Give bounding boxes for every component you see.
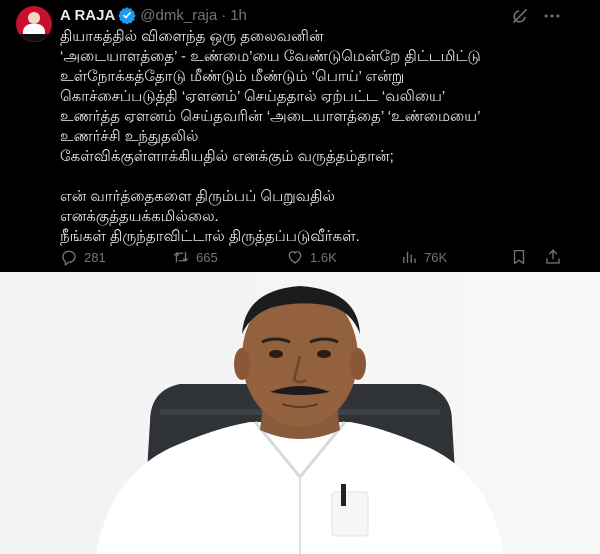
author-name[interactable]: A RAJA bbox=[60, 7, 115, 24]
repost-count: 665 bbox=[196, 249, 218, 265]
attached-photo[interactable] bbox=[0, 272, 600, 554]
like-button[interactable]: 1.6K bbox=[286, 248, 337, 266]
views-chart-icon bbox=[400, 248, 418, 266]
post-text-line: ‘அடையாளத்தை’ - உண்மை’யை வேண்டுமென்றே திட… bbox=[60, 48, 481, 65]
post-text-line: நீங்கள் திருந்தாவிட்டால் திருத்தப்படுவீர… bbox=[60, 228, 360, 245]
pen bbox=[341, 484, 346, 506]
post-text-line: தியாகத்தில் விளைந்த ஒரு தலைவனின் bbox=[60, 28, 324, 45]
action-bar: 281 665 1.6K 76K bbox=[60, 248, 590, 268]
post-text-line: என் வார்த்தைகளை திரும்பப் பெறுவதில் bbox=[60, 188, 335, 205]
post-text-line: உணர்ச்சி உந்துதலில் bbox=[60, 128, 199, 145]
reply-icon bbox=[60, 248, 78, 266]
share-button[interactable] bbox=[544, 248, 562, 266]
right-ear bbox=[350, 348, 366, 380]
views-count: 76K bbox=[424, 249, 448, 265]
verified-badge-icon bbox=[118, 6, 136, 24]
left-ear bbox=[234, 348, 250, 380]
post-header: A RAJA @dmk_raja · 1h bbox=[60, 5, 247, 25]
reply-count: 281 bbox=[84, 249, 106, 265]
post-text-line: எனக்குத்தயக்கமில்லை. bbox=[60, 208, 219, 225]
bookmark-icon bbox=[510, 248, 528, 266]
post-text-line: கேள்விக்குள்ளாக்கியதில் எனக்கும் வருத்தம… bbox=[60, 148, 394, 165]
post-text-line: உள்நோக்கத்தோடு மீண்டும் மீண்டும் ‘பொய்’ … bbox=[60, 68, 405, 85]
post-text: தியாகத்தில் விளைந்த ஒரு தலைவனின் ‘அடையாள… bbox=[60, 27, 590, 247]
author-handle[interactable]: @dmk_raja bbox=[140, 7, 217, 24]
separator-dot: · bbox=[221, 6, 227, 24]
heart-icon bbox=[286, 248, 304, 266]
post-text-line: உணர்த்த ஏளனம் செய்தவரின் ‘அடையாளத்தை’ ‘உ… bbox=[60, 108, 481, 125]
like-count: 1.6K bbox=[310, 249, 337, 265]
share-icon bbox=[544, 248, 562, 266]
right-eye bbox=[317, 350, 331, 358]
post-card: A RAJA @dmk_raja · 1h தியாகத்தில் விளைந்… bbox=[0, 0, 600, 272]
post-time[interactable]: 1h bbox=[230, 7, 247, 24]
post-text-line: கொச்சைப்படுத்தி ‘ஏளனம்’ செய்ததால் ஏற்பட்… bbox=[60, 88, 446, 105]
repost-icon bbox=[172, 248, 190, 266]
shirt-pocket bbox=[331, 491, 369, 537]
repost-button[interactable]: 665 bbox=[172, 248, 218, 266]
reply-button[interactable]: 281 bbox=[60, 248, 106, 266]
bookmark-button[interactable] bbox=[510, 248, 528, 266]
views-button[interactable]: 76K bbox=[400, 248, 447, 266]
portrait-illustration bbox=[0, 272, 600, 554]
left-eye bbox=[269, 350, 283, 358]
avatar[interactable] bbox=[16, 6, 52, 42]
